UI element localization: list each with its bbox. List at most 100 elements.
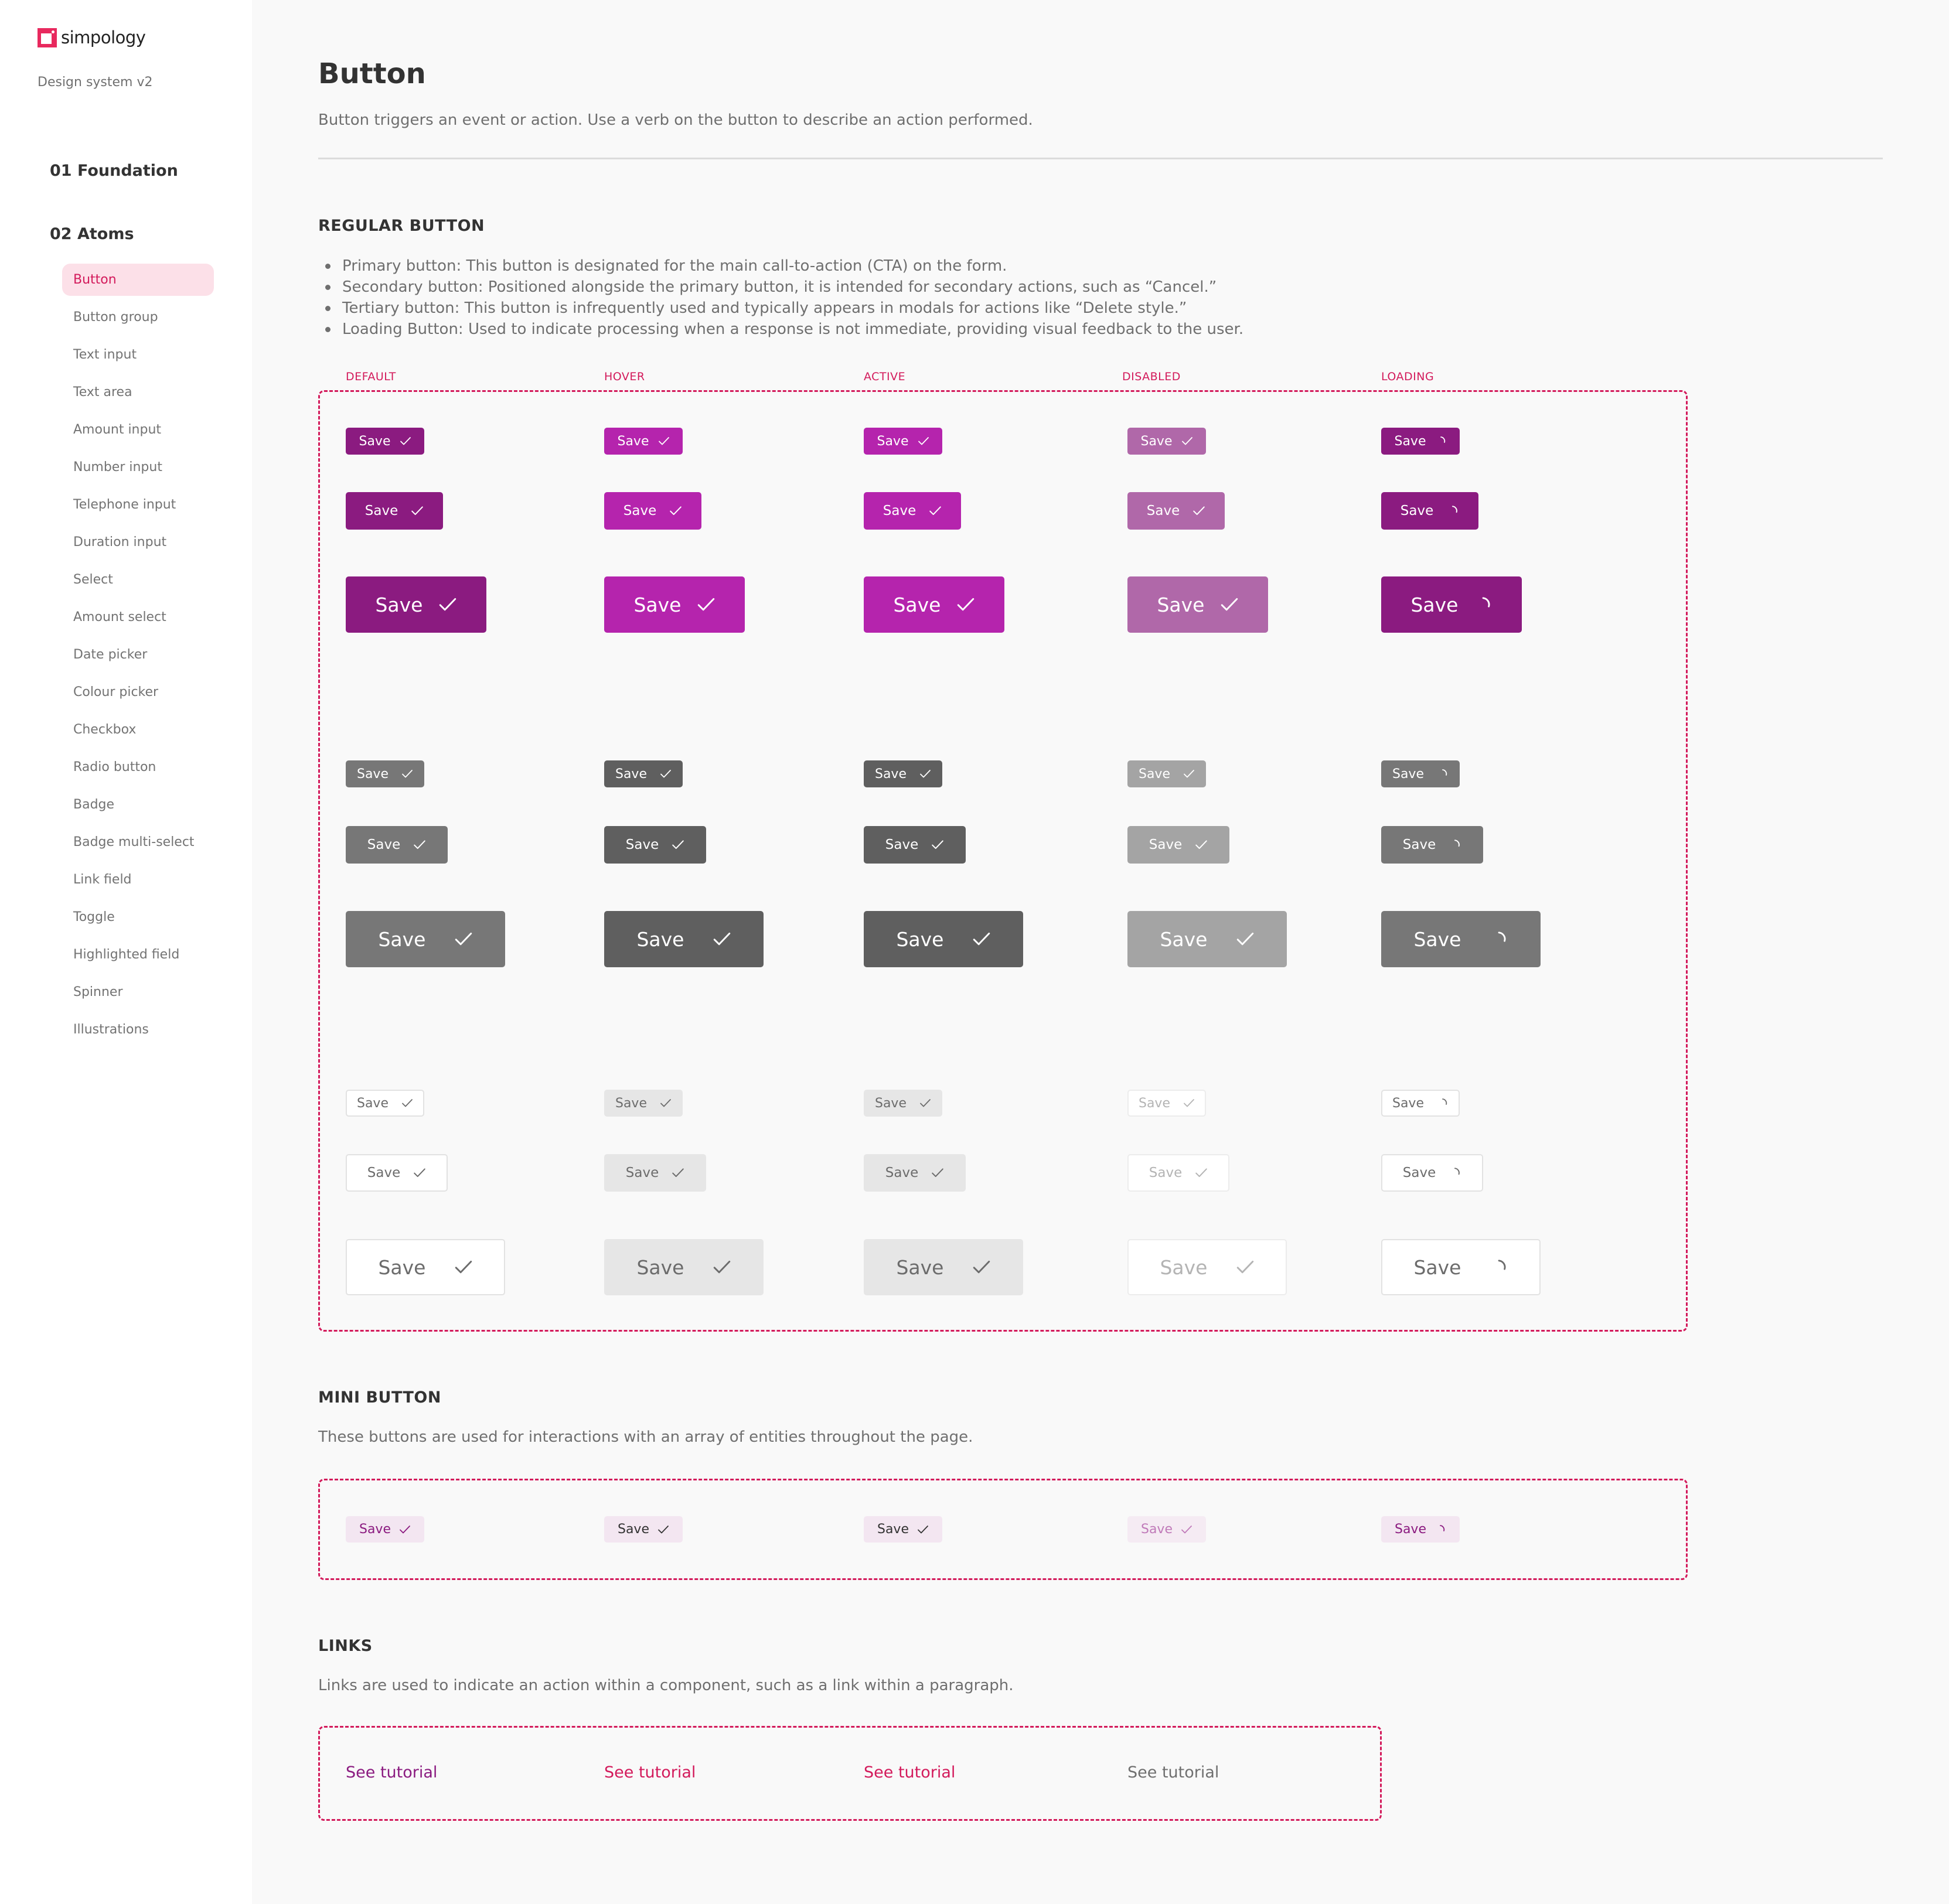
primary-medium-active-button[interactable]: Save: [864, 492, 961, 530]
bullet-tertiary: Tertiary button: This button is infreque…: [325, 298, 1243, 319]
button-label: Save: [1402, 837, 1436, 852]
check-icon: [454, 930, 473, 948]
primary-large-loading-button[interactable]: Save: [1381, 576, 1522, 633]
primary-medium-loading-button[interactable]: Save: [1381, 492, 1478, 530]
link-hover[interactable]: See tutorial: [604, 1763, 696, 1782]
spinner-icon: [1437, 1097, 1449, 1109]
sidebar-item-button-group[interactable]: Button group: [62, 301, 214, 333]
tertiary-small-default-button[interactable]: Save: [346, 1090, 424, 1117]
check-icon: [669, 504, 682, 517]
sidebar-item-badge-multi-select[interactable]: Badge multi-select: [62, 826, 214, 858]
tertiary-medium-hover-button[interactable]: Save: [604, 1154, 706, 1192]
check-icon: [399, 1524, 411, 1536]
tertiary-medium-loading-button[interactable]: Save: [1381, 1154, 1483, 1192]
secondary-medium-loading-button[interactable]: Save: [1381, 826, 1483, 864]
sidebar-item-toggle[interactable]: Toggle: [62, 901, 214, 933]
sidebar-item-amount-input[interactable]: Amount input: [62, 414, 214, 446]
sidebar-item-radio-button[interactable]: Radio button: [62, 751, 214, 783]
secondary-large-loading-button[interactable]: Save: [1381, 911, 1541, 967]
nav-section-atoms[interactable]: 02 Atoms: [50, 225, 134, 243]
check-icon: [1195, 838, 1208, 851]
button-label: Save: [1394, 1522, 1426, 1537]
primary-large-active-button[interactable]: Save: [864, 576, 1004, 633]
button-label: Save: [1394, 434, 1426, 449]
nav-section-foundation[interactable]: 01 Foundation: [50, 162, 178, 180]
sidebar-item-link-field[interactable]: Link field: [62, 864, 214, 896]
sidebar-item-number-input[interactable]: Number input: [62, 451, 214, 483]
sidebar-item-illustrations[interactable]: Illustrations: [62, 1014, 214, 1046]
check-icon: [1183, 1097, 1195, 1109]
page-title: Button: [318, 57, 426, 90]
spinner-icon: [1490, 930, 1508, 948]
sidebar-item-checkbox[interactable]: Checkbox: [62, 714, 214, 746]
tertiary-medium-active-button[interactable]: Save: [864, 1154, 966, 1192]
secondary-large-hover-button[interactable]: Save: [604, 911, 764, 967]
regular-button-bullets: Primary button: This button is designate…: [325, 255, 1243, 340]
sidebar-item-colour-picker[interactable]: Colour picker: [62, 676, 214, 708]
link-active[interactable]: See tutorial: [864, 1763, 955, 1782]
sidebar-item-badge[interactable]: Badge: [62, 789, 214, 821]
primary-large-disabled-button: Save: [1127, 576, 1268, 633]
secondary-large-active-button[interactable]: Save: [864, 911, 1023, 967]
primary-small-hover-button[interactable]: Save: [604, 428, 683, 455]
check-icon: [413, 838, 426, 851]
button-label: Save: [885, 837, 919, 852]
primary-small-active-button[interactable]: Save: [864, 428, 942, 455]
sidebar-item-select[interactable]: Select: [62, 564, 214, 596]
secondary-medium-hover-button[interactable]: Save: [604, 826, 706, 864]
spinner-icon: [1435, 435, 1447, 447]
sidebar-item-text-area[interactable]: Text area: [62, 376, 214, 408]
sidebar-item-text-input[interactable]: Text input: [62, 339, 214, 371]
sidebar-item-button[interactable]: Button: [62, 264, 214, 296]
secondary-large-default-button[interactable]: Save: [346, 911, 505, 967]
primary-large-default-button[interactable]: Save: [346, 576, 486, 633]
sidebar-item-telephone-input[interactable]: Telephone input: [62, 489, 214, 521]
links-heading: LINKS: [318, 1637, 373, 1655]
mini-default-button[interactable]: Save: [346, 1516, 424, 1543]
mini-active-button[interactable]: Save: [864, 1516, 942, 1543]
sidebar: simpology Design system v2 01 Foundation…: [0, 0, 252, 1904]
primary-small-default-button[interactable]: Save: [346, 428, 424, 455]
sidebar-item-highlighted-field[interactable]: Highlighted field: [62, 939, 214, 971]
state-label-active: ACTIVE: [864, 370, 906, 383]
mini-loading-button[interactable]: Save: [1381, 1516, 1460, 1543]
spinner-icon: [1474, 595, 1493, 614]
bullet-primary: Primary button: This button is designate…: [325, 255, 1243, 277]
tertiary-small-active-button[interactable]: Save: [864, 1090, 942, 1117]
tertiary-large-active-button[interactable]: Save: [864, 1239, 1023, 1295]
button-label: Save: [877, 434, 909, 449]
mini-disabled-button: Save: [1127, 1516, 1206, 1543]
check-icon: [929, 504, 942, 517]
check-icon: [918, 435, 929, 447]
secondary-small-hover-button[interactable]: Save: [604, 760, 683, 787]
tertiary-large-default-button[interactable]: Save: [346, 1239, 505, 1295]
tertiary-small-hover-button[interactable]: Save: [604, 1090, 683, 1117]
primary-small-loading-button[interactable]: Save: [1381, 428, 1460, 455]
sidebar-item-amount-select[interactable]: Amount select: [62, 601, 214, 633]
state-label-hover: HOVER: [604, 370, 645, 383]
tertiary-medium-default-button[interactable]: Save: [346, 1154, 448, 1192]
button-label: Save: [1392, 1096, 1424, 1111]
mini-hover-button[interactable]: Save: [604, 1516, 683, 1543]
tertiary-large-loading-button[interactable]: Save: [1381, 1239, 1541, 1295]
tertiary-small-loading-button[interactable]: Save: [1381, 1090, 1460, 1117]
secondary-small-loading-button[interactable]: Save: [1381, 760, 1460, 787]
check-icon: [931, 1166, 944, 1179]
primary-medium-default-button[interactable]: Save: [346, 492, 443, 530]
brand-logo[interactable]: simpology: [38, 28, 146, 47]
button-label: Save: [893, 593, 941, 616]
primary-medium-hover-button[interactable]: Save: [604, 492, 701, 530]
secondary-small-default-button[interactable]: Save: [346, 760, 424, 787]
button-label: Save: [617, 434, 649, 449]
tertiary-large-hover-button[interactable]: Save: [604, 1239, 764, 1295]
button-label: Save: [1392, 766, 1424, 782]
sidebar-item-duration-input[interactable]: Duration input: [62, 526, 214, 558]
sidebar-item-spinner[interactable]: Spinner: [62, 976, 214, 1008]
primary-large-hover-button[interactable]: Save: [604, 576, 745, 633]
sidebar-item-date-picker[interactable]: Date picker: [62, 639, 214, 671]
secondary-medium-default-button[interactable]: Save: [346, 826, 448, 864]
button-label: Save: [1140, 1522, 1173, 1537]
link-default[interactable]: See tutorial: [346, 1763, 437, 1782]
secondary-medium-active-button[interactable]: Save: [864, 826, 966, 864]
secondary-small-active-button[interactable]: Save: [864, 760, 942, 787]
